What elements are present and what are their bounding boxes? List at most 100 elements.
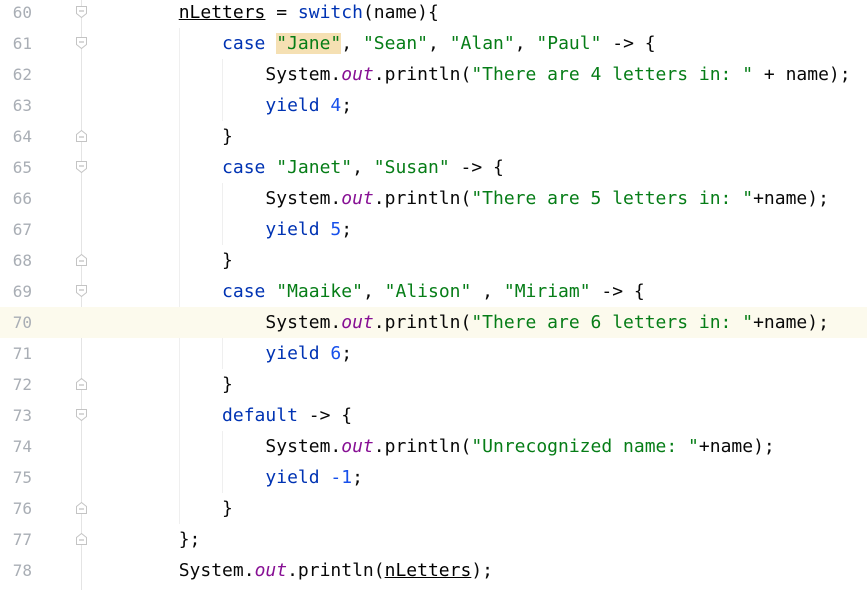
code-token: case — [222, 281, 266, 302]
code-token: -> { — [449, 157, 504, 178]
code-text[interactable]: case "Jane", "Sean", "Alan", "Paul" -> { — [92, 28, 656, 59]
code-token: yield — [265, 467, 320, 488]
code-token: -> { — [601, 33, 656, 54]
code-text[interactable]: yield 6; — [92, 338, 352, 369]
fold-end-icon[interactable] — [75, 501, 88, 515]
code-text[interactable]: yield 4; — [92, 90, 352, 121]
code-text[interactable]: case "Maaike", "Alison" , "Miriam" -> { — [92, 276, 645, 307]
code-token: System. — [92, 560, 255, 581]
fold-end-icon[interactable] — [75, 129, 88, 143]
code-line[interactable]: 74 System.out.println("Unrecognized name… — [0, 431, 867, 462]
code-line[interactable]: 77 }; — [0, 524, 867, 555]
code-token: "Alan" — [449, 33, 515, 54]
code-line[interactable]: 61 case "Jane", "Sean", "Alan", "Paul" -… — [0, 28, 867, 59]
code-text[interactable]: case "Janet", "Susan" -> { — [92, 152, 504, 183]
code-token: + name); — [753, 64, 851, 85]
code-line[interactable]: 72 } — [0, 369, 867, 400]
code-line[interactable]: 76 } — [0, 493, 867, 524]
code-editor[interactable]: 60 nLetters = switch(name){61 case "Jane… — [0, 0, 867, 590]
fold-collapse-icon[interactable] — [75, 284, 88, 298]
line-number: 64 — [12, 127, 32, 146]
code-text[interactable]: }; — [92, 524, 201, 555]
code-line[interactable]: 73 default -> { — [0, 400, 867, 431]
code-line[interactable]: 60 nLetters = switch(name){ — [0, 0, 867, 28]
fold-collapse-icon[interactable] — [75, 5, 88, 19]
code-line[interactable]: 71 yield 6; — [0, 338, 867, 369]
line-number: 69 — [12, 282, 32, 301]
code-text[interactable]: default -> { — [92, 400, 352, 431]
code-token: ; — [341, 219, 353, 240]
line-number: 78 — [12, 561, 32, 580]
code-token: , — [352, 157, 374, 178]
fold-end-icon[interactable] — [75, 377, 88, 391]
code-line[interactable]: 67 yield 5; — [0, 214, 867, 245]
code-token: ; — [352, 467, 363, 488]
code-text[interactable]: System.out.println("There are 6 letters … — [92, 307, 829, 338]
code-text[interactable]: yield -1; — [92, 462, 363, 493]
fold-collapse-icon[interactable] — [75, 36, 88, 50]
code-line[interactable]: 70 System.out.println("There are 6 lette… — [0, 307, 867, 338]
fold-end-icon[interactable] — [75, 532, 88, 546]
code-token: yield — [265, 219, 320, 240]
code-token: +name); — [753, 312, 829, 333]
code-line[interactable]: 69 case "Maaike", "Alison" , "Miriam" ->… — [0, 276, 867, 307]
code-text[interactable]: System.out.println("There are 4 letters … — [92, 59, 851, 90]
line-number: 66 — [12, 189, 32, 208]
code-line[interactable]: 68 } — [0, 245, 867, 276]
code-token: "Jane" — [276, 33, 342, 54]
code-token: "Maaike" — [276, 281, 363, 302]
fold-collapse-icon[interactable] — [75, 160, 88, 174]
code-token: (name){ — [362, 2, 439, 23]
code-line[interactable]: 78 System.out.println(nLetters); — [0, 555, 867, 586]
line-number: 71 — [12, 344, 32, 363]
code-line[interactable]: 62 System.out.println("There are 4 lette… — [0, 59, 867, 90]
code-token: "Paul" — [536, 33, 602, 54]
code-token: "Unrecognized name: " — [471, 436, 699, 457]
code-text[interactable]: } — [92, 369, 233, 400]
code-line[interactable]: 65 case "Janet", "Susan" -> { — [0, 152, 867, 183]
line-number: 73 — [12, 406, 32, 425]
line-number: 60 — [12, 3, 32, 22]
code-text[interactable]: nLetters = switch(name){ — [92, 0, 439, 28]
fold-end-icon[interactable] — [75, 253, 88, 267]
code-text[interactable]: } — [92, 121, 233, 152]
code-line[interactable]: 75 yield -1; — [0, 462, 867, 493]
code-token: , — [514, 33, 537, 54]
code-line[interactable]: 66 System.out.println("There are 5 lette… — [0, 183, 867, 214]
code-token: .println( — [373, 436, 472, 457]
code-text[interactable]: } — [92, 493, 233, 524]
code-text[interactable]: } — [92, 245, 233, 276]
code-token: -> { — [297, 405, 353, 426]
line-number: 74 — [12, 437, 32, 456]
code-token: "Miriam" — [503, 281, 591, 302]
code-text[interactable]: System.out.println("Unrecognized name: "… — [92, 431, 775, 462]
code-token: } — [92, 126, 233, 147]
code-line[interactable]: 63 yield 4; — [0, 90, 867, 121]
code-token: } — [92, 374, 233, 395]
fold-collapse-icon[interactable] — [75, 408, 88, 422]
line-number: 68 — [12, 251, 32, 270]
code-token: "Janet" — [276, 157, 353, 178]
code-token: ; — [341, 343, 353, 364]
code-token: case — [222, 157, 266, 178]
code-token: System. — [92, 436, 342, 457]
code-token: System. — [92, 312, 342, 333]
code-token: yield — [265, 95, 320, 116]
code-text[interactable]: yield 5; — [92, 214, 352, 245]
code-token: = — [265, 2, 298, 23]
code-token: +name); — [698, 436, 775, 457]
code-token: "There are 4 letters in: " — [471, 64, 754, 85]
code-text[interactable]: System.out.println(nLetters); — [92, 555, 493, 586]
line-number: 75 — [12, 468, 32, 487]
code-token: out — [341, 312, 374, 333]
code-token: } — [92, 498, 233, 519]
code-line[interactable]: 64 } — [0, 121, 867, 152]
code-text[interactable]: System.out.println("There are 5 letters … — [92, 183, 829, 214]
